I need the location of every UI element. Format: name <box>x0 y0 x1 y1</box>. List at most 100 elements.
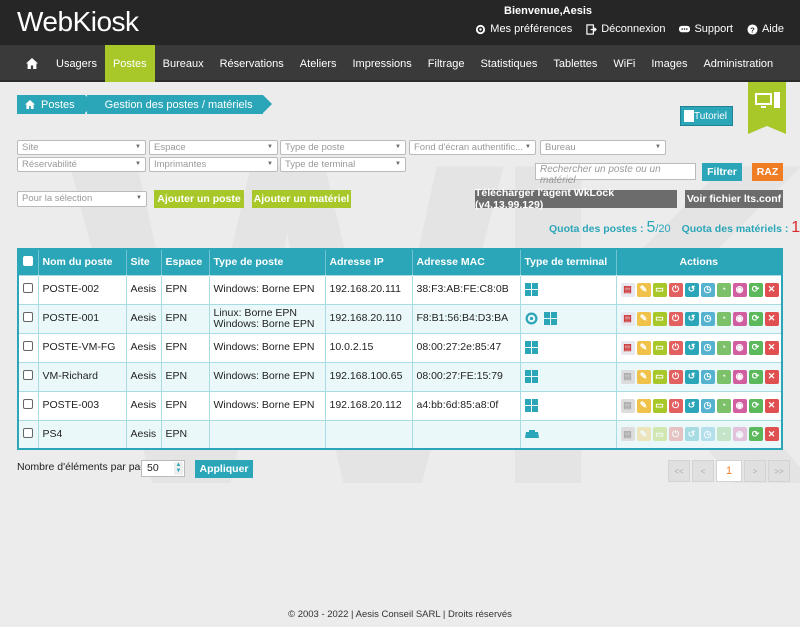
sync-icon[interactable]: ⟳ <box>748 311 763 326</box>
edit-icon[interactable]: ✎ <box>636 369 651 384</box>
help-link[interactable]: ? Aide <box>747 23 784 35</box>
timer-plus-icon[interactable]: ◔ <box>716 398 731 413</box>
breadcrumb-root[interactable]: Postes <box>17 95 94 114</box>
col-mac[interactable]: Adresse MAC <box>411 249 520 275</box>
reset-button[interactable]: RAZ <box>752 163 783 181</box>
row-checkbox[interactable] <box>23 312 34 322</box>
edit-icon[interactable]: ✎ <box>636 340 651 355</box>
tutorial-button[interactable]: Tutoriel <box>680 106 733 126</box>
bureau-select[interactable]: Bureau <box>540 140 666 155</box>
timer-icon[interactable]: ◷ <box>700 369 715 384</box>
edit-icon[interactable]: ✎ <box>636 427 651 442</box>
table-row[interactable]: PS4 Aesis EPN ▤ ✎ ▭ ⏻ ↺ ◷ ◔ ◉ ⟳ ✕ <box>17 419 782 449</box>
print-icon[interactable]: ▤ <box>620 369 635 384</box>
last-page-button[interactable]: >> <box>768 460 790 482</box>
col-site[interactable]: Site <box>125 249 161 275</box>
preferences-link[interactable]: Mes préférences <box>475 23 572 35</box>
site-select[interactable]: Site <box>17 140 146 155</box>
edit-icon[interactable]: ✎ <box>636 398 651 413</box>
monitor-icon[interactable]: ▭ <box>652 282 667 297</box>
imprimantes-select[interactable]: Imprimantes <box>149 157 278 172</box>
nav-filtrage[interactable]: Filtrage <box>420 45 473 82</box>
type-terminal-select[interactable]: Type de terminal <box>280 157 406 172</box>
nav-statistiques[interactable]: Statistiques <box>472 45 545 82</box>
current-page[interactable]: 1 <box>716 460 742 482</box>
nav-home[interactable] <box>16 45 48 82</box>
delete-icon[interactable]: ✕ <box>764 427 779 442</box>
nav-bureaux[interactable]: Bureaux <box>155 45 212 82</box>
row-checkbox[interactable] <box>23 399 34 409</box>
restart-icon[interactable]: ↺ <box>684 398 699 413</box>
timer-icon[interactable]: ◷ <box>700 311 715 326</box>
nav-usagers[interactable]: Usagers <box>48 45 105 82</box>
view-icon[interactable]: ◉ <box>732 398 747 413</box>
restart-icon[interactable]: ↺ <box>684 340 699 355</box>
nav-reservations[interactable]: Réservations <box>212 45 292 82</box>
edit-icon[interactable]: ✎ <box>636 311 651 326</box>
view-icon[interactable]: ◉ <box>732 340 747 355</box>
table-row[interactable]: POSTE-002 Aesis EPN Windows: Borne EPN 192.1… <box>17 274 782 304</box>
search-input[interactable]: Rechercher un poste ou un matériel <box>535 163 696 186</box>
fond-ecran-select[interactable]: Fond d'écran authentific... <box>409 140 536 155</box>
timer-icon[interactable]: ◷ <box>700 427 715 442</box>
print-icon[interactable]: ▤ <box>620 311 635 326</box>
table-row[interactable]: POSTE-001 Aesis EPN Linux: Borne EPN Windows… <box>17 303 782 333</box>
timer-icon[interactable]: ◷ <box>700 282 715 297</box>
add-materiel-button[interactable]: Ajouter un matériel <box>252 190 351 208</box>
row-checkbox[interactable] <box>23 283 34 293</box>
table-row[interactable]: POSTE-VM-FG Aesis EPN Windows: Borne EPN 10.… <box>17 332 782 362</box>
view-icon[interactable]: ◉ <box>732 427 747 442</box>
per-page-input[interactable]: 50 ▲ ▼ <box>141 460 185 477</box>
print-icon[interactable]: ▤ <box>620 340 635 355</box>
nav-tablettes[interactable]: Tablettes <box>545 45 605 82</box>
delete-icon[interactable]: ✕ <box>764 398 779 413</box>
power-icon[interactable]: ⏻ <box>668 282 683 297</box>
delete-icon[interactable]: ✕ <box>764 282 779 297</box>
monitor-icon[interactable]: ▭ <box>652 340 667 355</box>
edit-icon[interactable]: ✎ <box>636 282 651 297</box>
table-row[interactable]: POSTE-003 Aesis EPN Windows: Borne EPN 192.1… <box>17 390 782 420</box>
view-icon[interactable]: ◉ <box>732 311 747 326</box>
espace-select[interactable]: Espace <box>149 140 278 155</box>
first-page-button[interactable]: << <box>668 460 690 482</box>
nav-postes[interactable]: Postes <box>104 45 155 82</box>
power-icon[interactable]: ⏻ <box>668 311 683 326</box>
select-all-checkbox[interactable] <box>23 255 34 266</box>
nav-images[interactable]: Images <box>643 45 695 82</box>
timer-plus-icon[interactable]: ◔ <box>716 340 731 355</box>
col-espace[interactable]: Espace <box>160 249 209 275</box>
add-poste-button[interactable]: Ajouter un poste <box>154 190 244 208</box>
view-icon[interactable]: ◉ <box>732 369 747 384</box>
monitor-icon[interactable]: ▭ <box>652 311 667 326</box>
restart-icon[interactable]: ↺ <box>684 369 699 384</box>
next-page-button[interactable]: > <box>744 460 766 482</box>
sync-icon[interactable]: ⟳ <box>748 369 763 384</box>
timer-icon[interactable]: ◷ <box>700 398 715 413</box>
power-icon[interactable]: ⏻ <box>668 369 683 384</box>
sync-icon[interactable]: ⟳ <box>748 427 763 442</box>
timer-icon[interactable]: ◷ <box>700 340 715 355</box>
restart-icon[interactable]: ↺ <box>684 311 699 326</box>
support-link[interactable]: Support <box>679 23 733 35</box>
timer-plus-icon[interactable]: ◔ <box>716 282 731 297</box>
restart-icon[interactable]: ↺ <box>684 427 699 442</box>
col-nom[interactable]: Nom du poste <box>37 249 126 275</box>
delete-icon[interactable]: ✕ <box>764 311 779 326</box>
type-poste-select[interactable]: Type de poste <box>280 140 406 155</box>
nav-administration[interactable]: Administration <box>695 45 781 82</box>
selection-action-select[interactable]: Pour la sélection <box>17 191 147 207</box>
monitor-icon[interactable]: ▭ <box>652 398 667 413</box>
lts-conf-button[interactable]: Voir fichier lts.conf <box>685 190 783 208</box>
print-icon[interactable]: ▤ <box>620 427 635 442</box>
sync-icon[interactable]: ⟳ <box>748 398 763 413</box>
col-type[interactable]: Type de poste <box>208 249 325 275</box>
apply-button[interactable]: Appliquer <box>195 460 253 478</box>
row-checkbox[interactable] <box>23 427 34 438</box>
power-icon[interactable]: ⏻ <box>668 427 683 442</box>
power-icon[interactable]: ⏻ <box>668 340 683 355</box>
print-icon[interactable]: ▤ <box>620 398 635 413</box>
nav-ateliers[interactable]: Ateliers <box>292 45 345 82</box>
timer-plus-icon[interactable]: ◔ <box>716 369 731 384</box>
sync-icon[interactable]: ⟳ <box>748 340 763 355</box>
download-agent-button[interactable]: Télécharger l'agent WkLock (v4.13.99.129… <box>475 187 677 211</box>
